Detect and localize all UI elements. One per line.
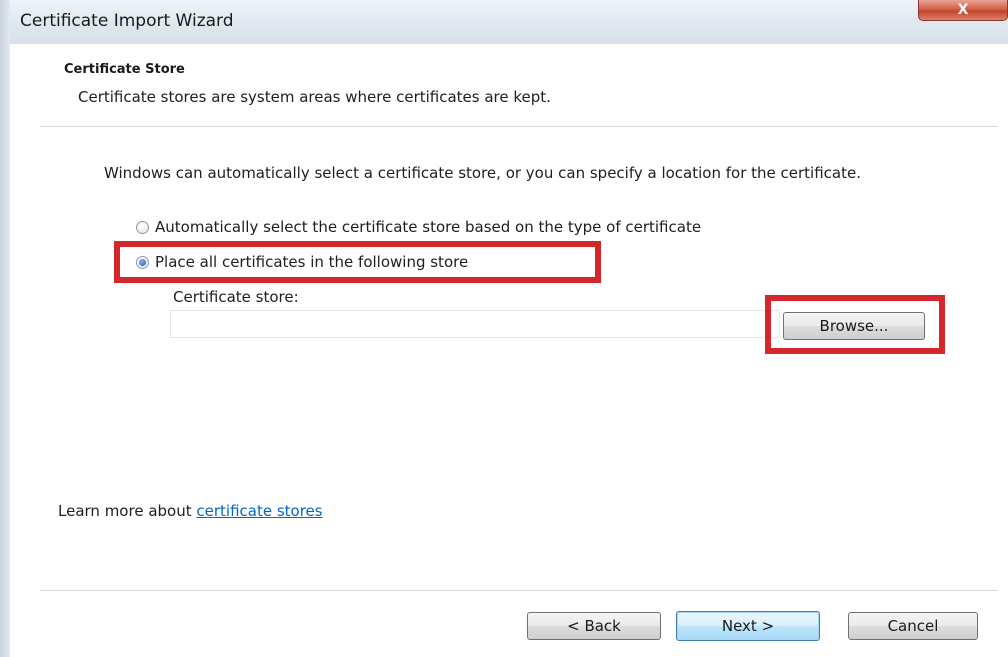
radio-unchecked-icon[interactable] <box>136 220 149 234</box>
close-icon: X <box>957 2 969 18</box>
radio-place-in-store-label[interactable]: Place all certificates in the following … <box>155 253 468 271</box>
close-button[interactable]: X <box>918 0 1008 21</box>
page-title: Certificate Store <box>64 62 185 77</box>
certificate-store-input[interactable] <box>170 310 780 338</box>
title-bar: Certificate Import Wizard X <box>10 0 1008 44</box>
radio-checked-icon[interactable] <box>136 255 149 269</box>
radio-auto-select-label[interactable]: Automatically select the certificate sto… <box>155 218 701 236</box>
certificate-store-label: Certificate store: <box>173 288 299 306</box>
next-button[interactable]: Next > <box>676 611 820 641</box>
cancel-button[interactable]: Cancel <box>848 612 978 640</box>
radio-place-in-store[interactable]: Place all certificates in the following … <box>136 251 468 273</box>
page-description: Certificate stores are system areas wher… <box>78 88 551 106</box>
window-title: Certificate Import Wizard <box>20 11 234 31</box>
header-divider <box>40 126 998 127</box>
learn-more-text: Learn more about certificate stores <box>58 502 323 520</box>
footer-divider <box>40 590 998 591</box>
browse-button[interactable]: Browse... <box>783 312 925 340</box>
radio-auto-select[interactable]: Automatically select the certificate sto… <box>136 216 701 238</box>
back-button[interactable]: < Back <box>527 612 661 640</box>
learn-more-prefix: Learn more about <box>58 502 197 520</box>
wizard-dialog: Certificate Store Certificate stores are… <box>10 44 1008 657</box>
intro-text: Windows can automatically select a certi… <box>104 164 861 182</box>
certificate-stores-link[interactable]: certificate stores <box>196 502 322 520</box>
background-window-edge <box>0 0 10 657</box>
